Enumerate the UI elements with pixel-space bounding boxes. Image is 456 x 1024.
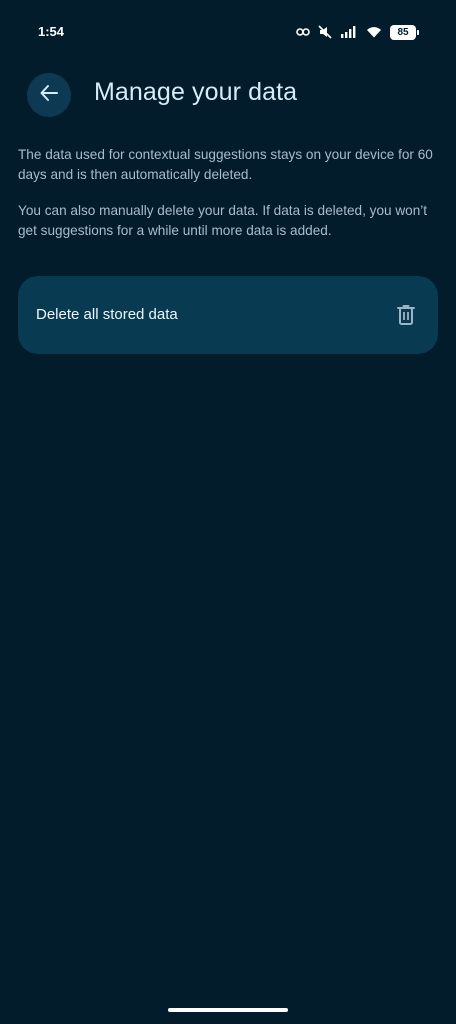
battery-icon: 85	[390, 24, 419, 40]
status-time: 1:54	[38, 24, 65, 39]
delete-all-data-label: Delete all stored data	[36, 306, 178, 323]
link-icon	[296, 24, 310, 40]
back-button[interactable]	[27, 73, 71, 117]
description-manual-delete: You can also manually delete your data. …	[18, 203, 428, 238]
home-indicator[interactable]	[168, 1008, 288, 1012]
delete-all-data-button[interactable]: Delete all stored data	[18, 276, 438, 354]
signal-icon	[340, 24, 358, 40]
status-icons: 85	[296, 24, 419, 40]
trash-icon	[394, 303, 418, 327]
description-retention: The data used for contextual suggestions…	[18, 147, 433, 182]
mute-icon	[318, 24, 332, 40]
arrow-left-icon	[38, 82, 60, 109]
battery-level: 85	[397, 26, 409, 38]
screen: 1:54 85 Manage your data The data used f…	[0, 0, 456, 1024]
page-title: Manage your data	[94, 78, 298, 106]
status-bar: 1:54 85	[0, 0, 456, 64]
wifi-icon	[366, 24, 382, 40]
